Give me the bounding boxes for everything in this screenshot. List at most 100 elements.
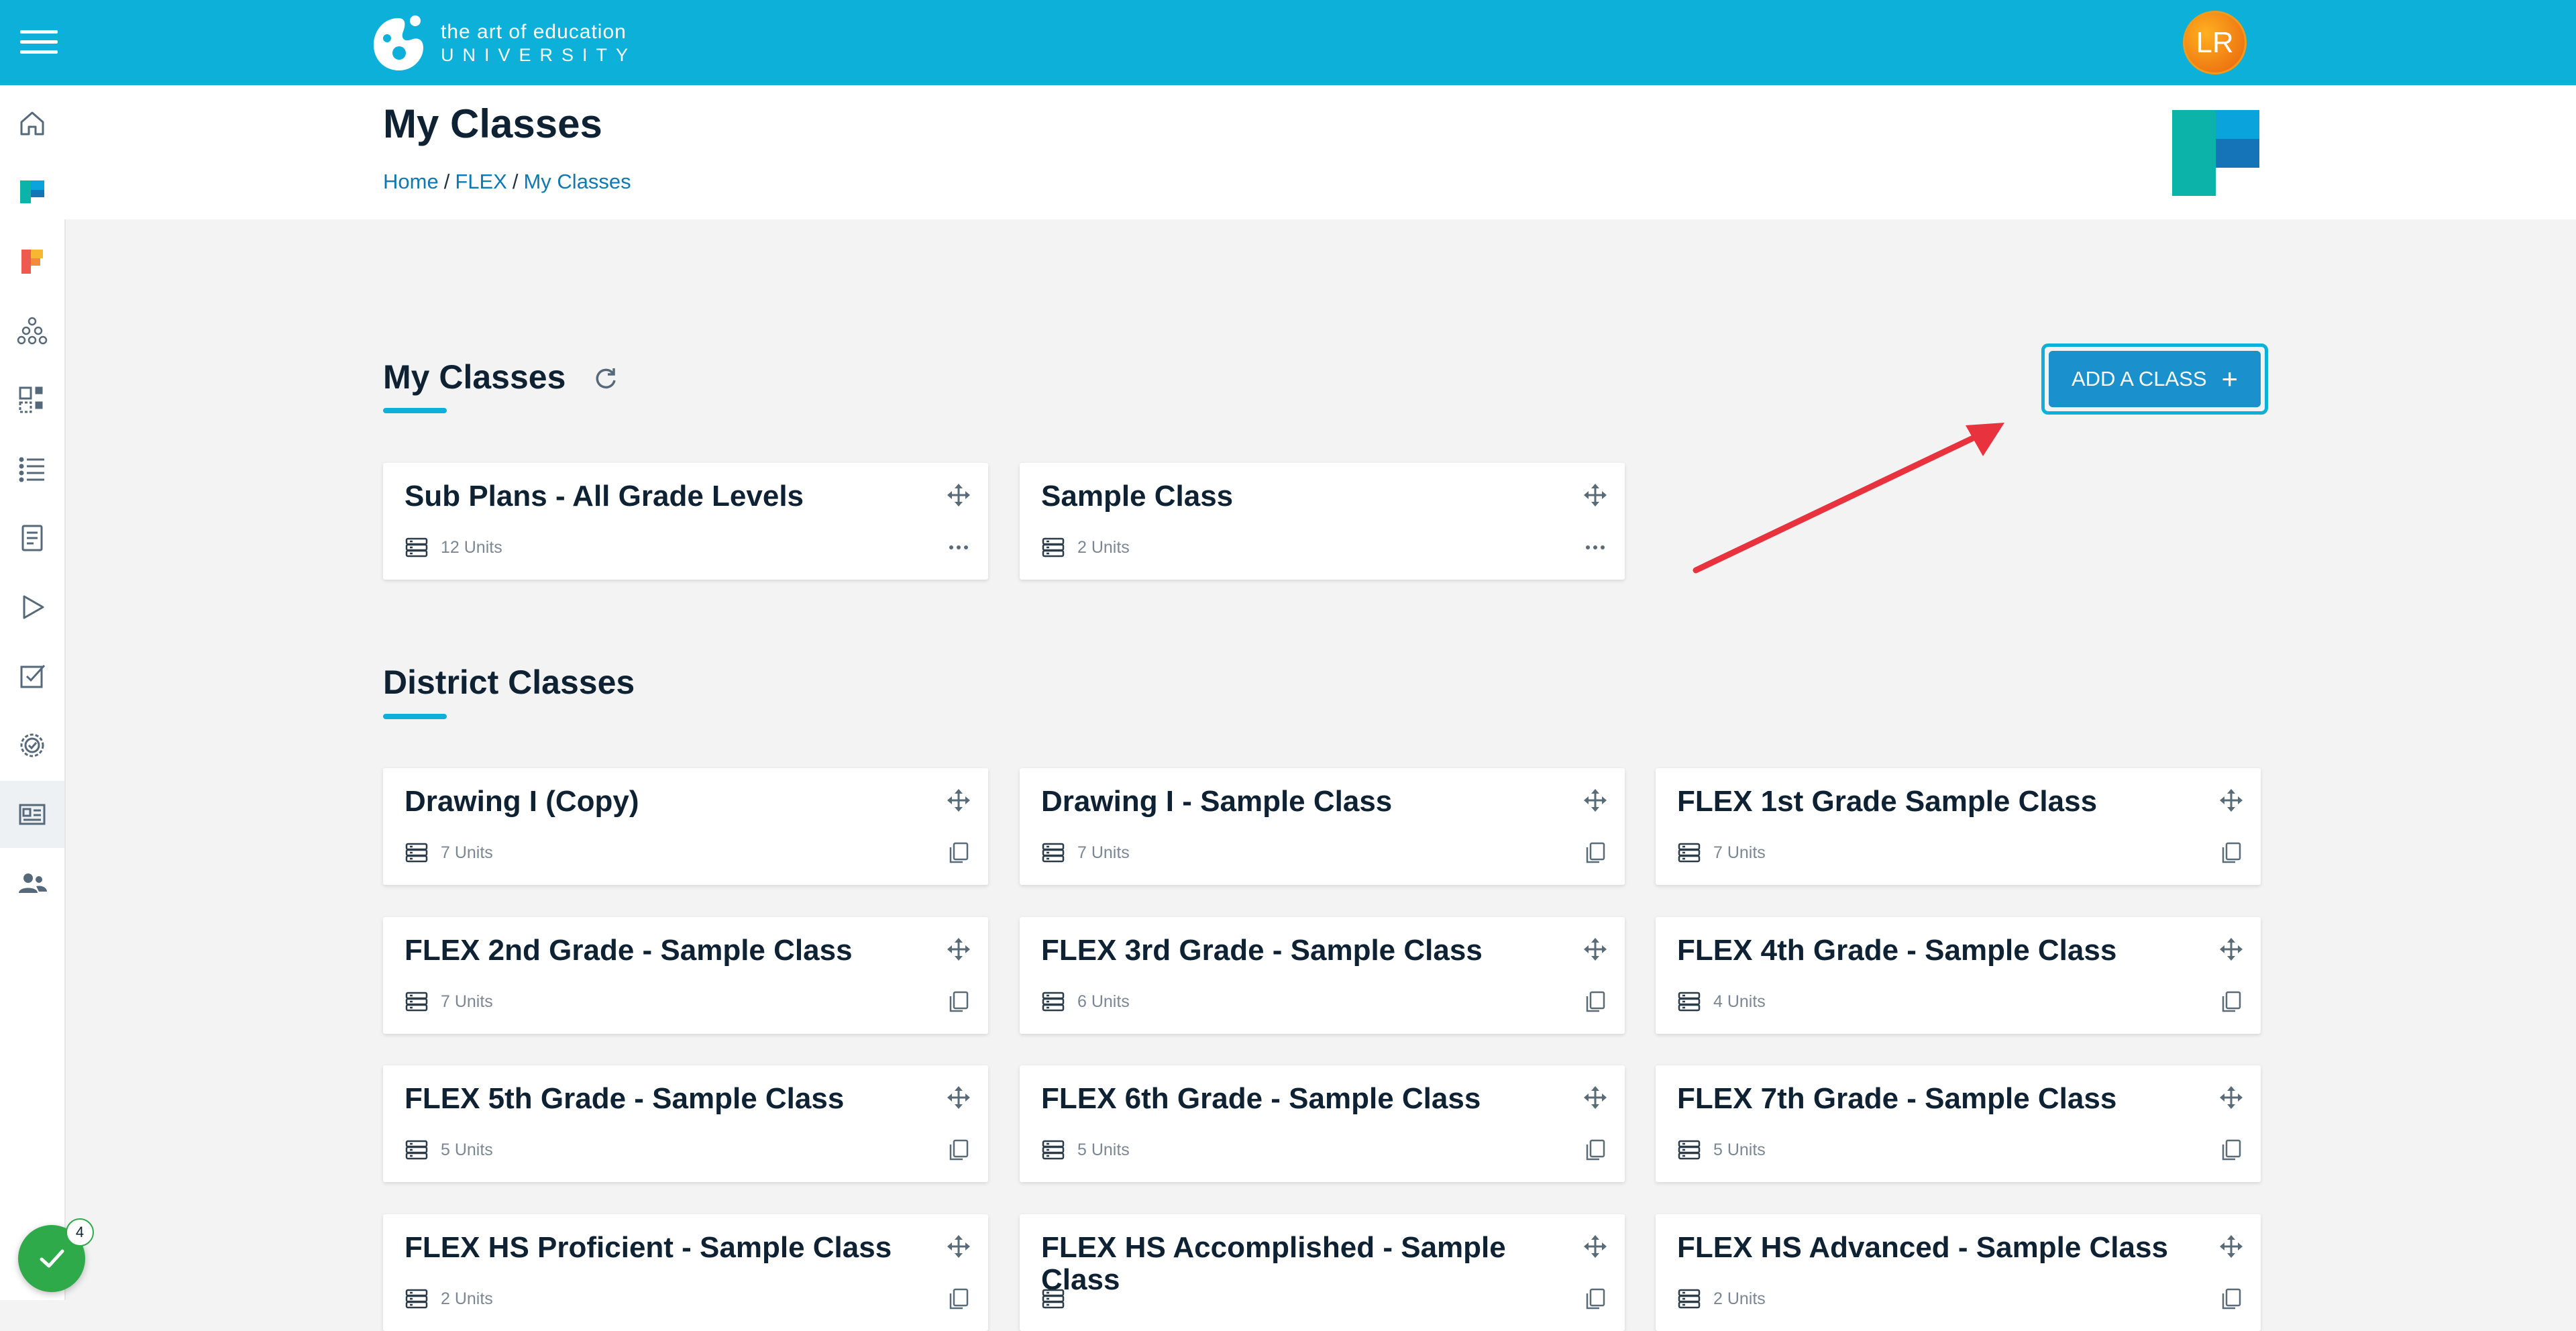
copy-icon[interactable] [1583,1138,1607,1162]
menu-icon[interactable] [20,30,58,54]
copy-icon[interactable] [2219,990,2243,1014]
more-options-icon[interactable] [947,535,971,560]
copy-icon[interactable] [2219,1287,2243,1311]
sidebar-item-pro[interactable] [0,228,64,295]
class-card-title: FLEX HS Advanced - Sample Class [1677,1231,2168,1264]
sidebar-item-list[interactable] [0,435,64,502]
district-classes-underline [383,714,447,719]
add-a-class-button[interactable]: ADD A CLASS + [2049,351,2261,407]
move-icon[interactable] [1583,788,1607,812]
class-card[interactable]: FLEX 1st Grade Sample Class 7 Units [1656,768,2261,885]
move-icon[interactable] [1583,1085,1607,1110]
breadcrumb-current[interactable]: My Classes [523,170,631,193]
units-icon [1678,1140,1701,1160]
sidebar-item-play[interactable] [0,574,64,641]
list-icon [19,457,44,482]
move-icon[interactable] [1583,483,1607,507]
more-options-icon[interactable] [1583,535,1607,560]
move-icon[interactable] [1583,937,1607,961]
sidebar-item-network[interactable] [0,297,64,364]
class-card-title: FLEX HS Accomplished - Sample Class [1041,1231,1506,1296]
aoeu-logo[interactable]: the art of education UNIVERSITY [371,9,637,76]
move-icon[interactable] [2219,1085,2243,1110]
class-card[interactable]: FLEX 7th Grade - Sample Class 5 Units [1656,1065,2261,1182]
copy-icon[interactable] [947,1138,971,1162]
class-card[interactable]: Sample Class 2 Units [1020,463,1625,580]
class-card-title: Sample Class [1041,480,1234,513]
class-card[interactable]: FLEX 5th Grade - Sample Class 5 Units [383,1065,988,1182]
copy-icon[interactable] [2219,1138,2243,1162]
sidebar-item-widgets[interactable] [0,366,64,433]
home-icon [20,111,44,136]
sidebar-item-tasks[interactable] [0,643,64,710]
move-icon[interactable] [947,1234,971,1259]
class-card-units: 7 Units [405,842,493,863]
class-card[interactable]: Sub Plans - All Grade Levels 12 Units [383,463,988,580]
widgets-icon [19,386,43,413]
copy-icon[interactable] [1583,841,1607,865]
copy-icon[interactable] [947,1287,971,1311]
move-icon[interactable] [947,788,971,812]
class-card[interactable]: FLEX HS Accomplished - Sample Class [1020,1214,1625,1331]
breadcrumb-flex[interactable]: FLEX [455,170,507,193]
play-icon [23,595,44,619]
sidebar-item-users[interactable] [0,850,64,917]
move-icon[interactable] [2219,788,2243,812]
class-card-units: 7 Units [1677,842,1766,863]
units-icon [1042,1289,1065,1309]
class-card[interactable]: FLEX 2nd Grade - Sample Class 7 Units [383,917,988,1034]
class-card[interactable]: FLEX 6th Grade - Sample Class 5 Units [1020,1065,1625,1182]
class-card-title: Sub Plans - All Grade Levels [405,480,804,513]
copy-icon[interactable] [1583,1287,1607,1311]
breadcrumb-separator: / [512,170,519,193]
breadcrumb-home[interactable]: Home [383,170,439,193]
move-icon[interactable] [2219,1234,2243,1259]
class-card-units: 5 Units [1677,1139,1766,1161]
move-icon[interactable] [947,483,971,507]
logo-line1: the art of education [441,20,627,43]
add-a-class-label: ADD A CLASS [2071,367,2207,390]
page-title: My Classes [383,101,602,146]
class-card[interactable]: Drawing I (Copy) 7 Units [383,768,988,885]
units-label: 2 Units [1077,537,1130,557]
move-icon[interactable] [947,1085,971,1110]
class-card[interactable]: FLEX 4th Grade - Sample Class 4 Units [1656,917,2261,1034]
top-bar: the art of education UNIVERSITY LR [0,0,2576,85]
copy-icon[interactable] [2219,841,2243,865]
class-card-title: FLEX 4th Grade - Sample Class [1677,934,2117,967]
class-card[interactable]: FLEX 3rd Grade - Sample Class 6 Units [1020,917,1625,1034]
class-card-title: FLEX 1st Grade Sample Class [1677,785,2098,818]
units-icon [405,1289,428,1309]
move-icon[interactable] [947,937,971,961]
class-card[interactable]: Drawing I - Sample Class 7 Units [1020,768,1625,885]
units-icon [1678,992,1701,1012]
units-icon [405,1140,428,1160]
sidebar-item-classes[interactable] [0,781,64,848]
document-icon [21,525,43,551]
copy-icon[interactable] [947,990,971,1014]
checkbox-icon [20,664,46,688]
sidebar-item-home[interactable] [0,90,64,157]
sidebar-item-flex[interactable] [0,159,64,226]
palette-logo-icon [374,15,423,70]
sidebar-item-document[interactable] [0,504,64,572]
move-icon[interactable] [1583,1234,1607,1259]
class-card[interactable]: FLEX HS Proficient - Sample Class 2 Units [383,1214,988,1331]
units-icon [405,992,428,1012]
logo-line2: UNIVERSITY [441,44,637,65]
users-icon [19,873,47,893]
pro-icon [21,250,43,274]
class-card[interactable]: FLEX HS Advanced - Sample Class 2 Units [1656,1214,2261,1331]
class-card-units: 6 Units [1041,991,1130,1012]
class-card-units: 7 Units [1041,842,1130,863]
copy-icon[interactable] [947,841,971,865]
units-label: 2 Units [1713,1289,1766,1308]
my-classes-heading: My Classes [383,358,566,396]
refresh-icon[interactable] [592,364,620,392]
avatar[interactable]: LR [2183,11,2247,74]
flex-logo-icon [2172,110,2259,196]
plus-icon: + [2221,363,2239,394]
move-icon[interactable] [2219,937,2243,961]
sidebar-item-badges[interactable] [0,712,64,779]
copy-icon[interactable] [1583,990,1607,1014]
